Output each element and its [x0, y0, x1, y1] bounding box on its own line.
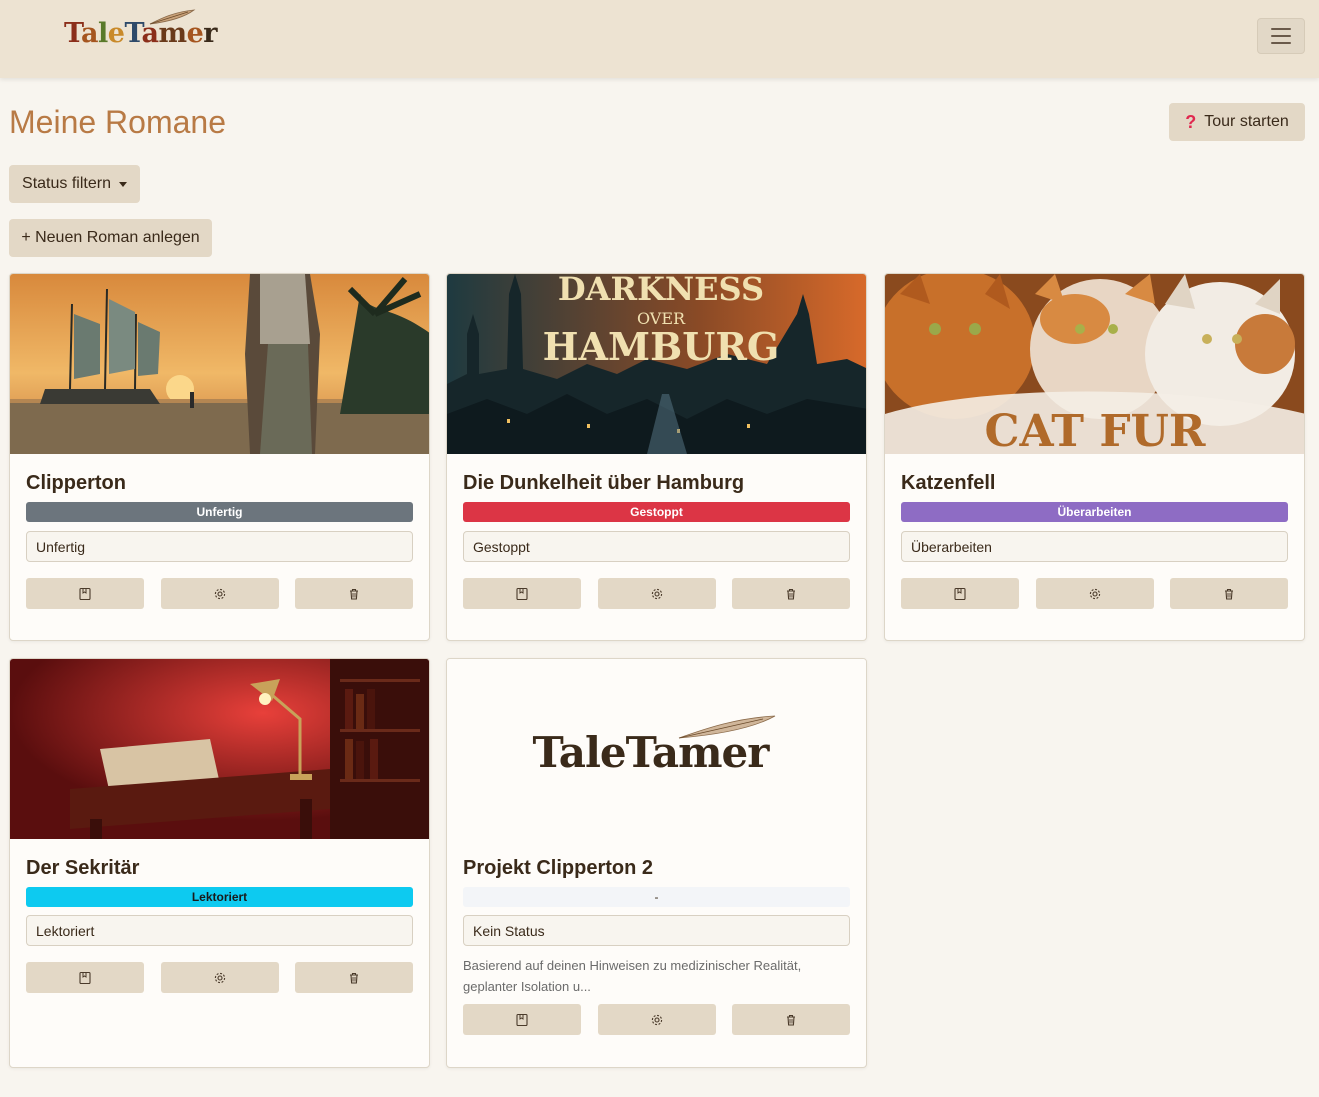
card-actions — [26, 962, 413, 993]
question-icon: ? — [1185, 111, 1197, 132]
status-select[interactable]: Gestoppt — [463, 531, 850, 562]
new-novel-button[interactable]: + Neuen Roman anlegen — [9, 219, 212, 257]
novel-card: CAT FUR Katzenfell Überarbeiten Überarbe… — [884, 273, 1305, 641]
status-filter-label: Status filtern — [22, 175, 111, 192]
novel-card: DARKNESS OVER HAMBURG Die Dunkelheit übe… — [446, 273, 867, 641]
status-badge: - — [463, 887, 850, 907]
desk-lamp-illustration — [10, 659, 429, 839]
open-book-button[interactable] — [463, 578, 581, 609]
logo-letter: T — [124, 18, 142, 49]
logo-letter: r — [203, 18, 217, 49]
status-badge: Lektoriert — [26, 887, 413, 907]
status-select[interactable]: Unfertig — [26, 531, 413, 562]
card-actions — [463, 578, 850, 609]
hamburger-icon — [1271, 28, 1291, 30]
settings-button[interactable] — [1035, 578, 1154, 609]
settings-button[interactable] — [160, 962, 279, 993]
logo-letter: a — [81, 18, 99, 49]
page-title: Meine Romane — [9, 104, 226, 140]
app-logo[interactable]: TaleTamer — [64, 9, 217, 54]
novel-title[interactable]: Clipperton — [26, 472, 126, 495]
novel-title[interactable]: Projekt Clipperton 2 — [463, 857, 653, 880]
open-book-button[interactable] — [463, 1004, 581, 1035]
status-filter-dropdown[interactable]: Status filtern — [9, 165, 140, 203]
cats-illustration: CAT FUR — [885, 274, 1304, 454]
trash-icon — [787, 1014, 795, 1026]
trash-icon — [350, 972, 358, 984]
menu-toggle-button[interactable] — [1257, 18, 1305, 54]
logo-letter: l — [98, 18, 108, 49]
caret-down-icon — [118, 181, 127, 187]
settings-button[interactable] — [160, 578, 279, 609]
settings-button[interactable] — [597, 578, 716, 609]
gear-icon — [651, 588, 662, 599]
status-select[interactable]: Überarbeiten — [901, 531, 1288, 562]
ship-sunset-illustration — [10, 274, 429, 454]
status-select[interactable]: Kein Status — [463, 915, 850, 946]
dark-city-illustration: DARKNESS OVER HAMBURG — [447, 274, 866, 454]
novel-cover[interactable]: TaleTamer — [447, 659, 866, 839]
feather-icon — [149, 9, 196, 25]
novel-cover[interactable] — [10, 274, 429, 454]
card-actions — [463, 1004, 850, 1035]
open-book-icon — [954, 587, 966, 600]
trash-icon — [1225, 588, 1233, 600]
card-actions — [901, 578, 1288, 609]
cover-title-line3: HAMBURG — [543, 324, 780, 369]
gear-icon — [214, 588, 225, 599]
trash-icon — [787, 588, 795, 600]
navbar: TaleTamer — [0, 0, 1319, 78]
open-book-icon — [516, 587, 528, 600]
gear-icon — [214, 972, 225, 983]
card-actions — [26, 578, 413, 609]
novel-card: TaleTamer Projekt Clipperton 2 - Kein St… — [446, 658, 867, 1068]
status-badge: Überarbeiten — [901, 502, 1288, 522]
open-book-button[interactable] — [901, 578, 1019, 609]
novel-cover[interactable]: CAT FUR — [885, 274, 1304, 454]
novel-title[interactable]: Der Sekritär — [26, 857, 139, 880]
delete-button[interactable] — [732, 1004, 850, 1035]
gear-icon — [651, 1014, 662, 1025]
novel-card: Der Sekritär Lektoriert Lektoriert — [9, 658, 430, 1068]
open-book-button[interactable] — [26, 962, 144, 993]
novel-title[interactable]: Katzenfell — [901, 472, 995, 495]
status-select[interactable]: Lektoriert — [26, 915, 413, 946]
novel-cover[interactable]: DARKNESS OVER HAMBURG — [447, 274, 866, 454]
feather-icon — [678, 715, 775, 739]
novel-title[interactable]: Die Dunkelheit über Hamburg — [463, 472, 744, 495]
cover-title-text: CAT FUR — [985, 406, 1206, 454]
placeholder-logo: TaleTamer — [527, 714, 787, 784]
cover-title-line1: DARKNESS — [558, 274, 764, 308]
novel-cover[interactable] — [10, 659, 429, 839]
novel-card: Clipperton Unfertig Unfertig — [9, 273, 430, 641]
delete-button[interactable] — [295, 578, 413, 609]
trash-icon — [350, 588, 358, 600]
status-badge: Gestoppt — [463, 502, 850, 522]
tour-start-label: Tour starten — [1204, 113, 1289, 130]
settings-button[interactable] — [597, 1004, 716, 1035]
delete-button[interactable] — [1170, 578, 1288, 609]
delete-button[interactable] — [732, 578, 850, 609]
gear-icon — [1089, 588, 1100, 599]
open-book-button[interactable] — [26, 578, 144, 609]
open-book-icon — [516, 1013, 528, 1026]
delete-button[interactable] — [295, 962, 413, 993]
tour-start-button[interactable]: ? Tour starten — [1169, 103, 1305, 141]
status-badge: Unfertig — [26, 502, 413, 522]
logo-letter: T — [64, 18, 82, 49]
logo-letter: e — [107, 18, 125, 49]
novel-description: Basierend auf deinen Hinweisen zu medizi… — [463, 958, 802, 994]
open-book-icon — [79, 587, 91, 600]
open-book-icon — [79, 971, 91, 984]
